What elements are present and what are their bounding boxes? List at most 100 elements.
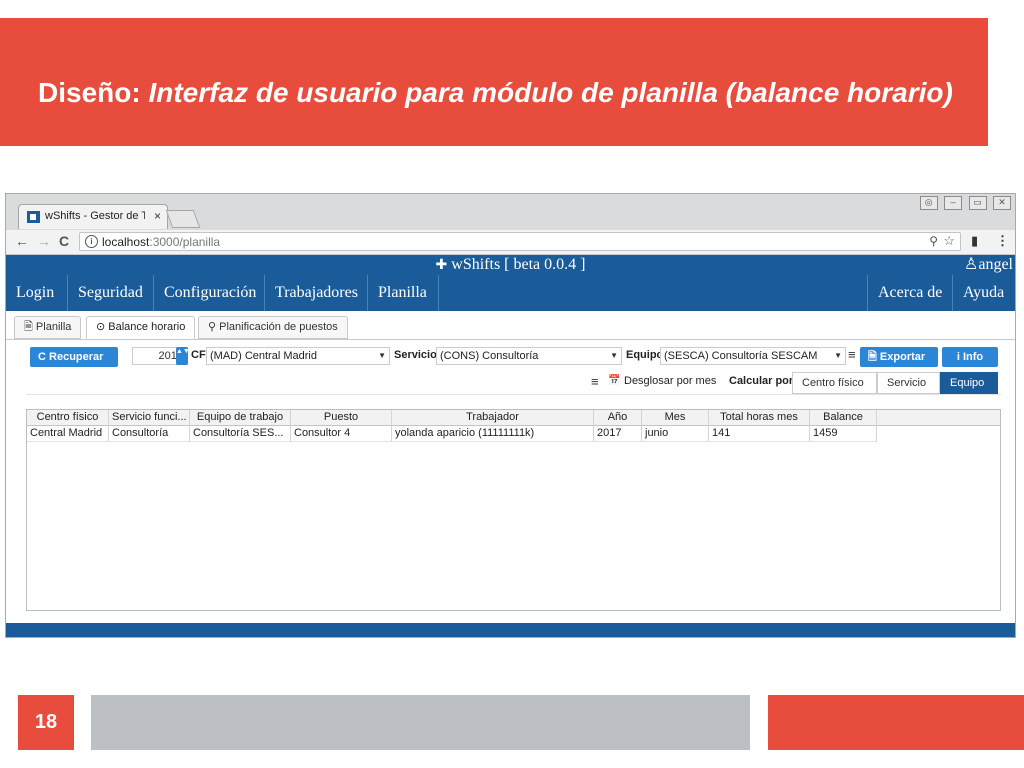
info-label: Info (962, 351, 984, 363)
url-path: :3000/planilla (149, 235, 221, 249)
equipo-select[interactable]: (SESCA) Consultoría SESCAM ▼ (660, 347, 846, 365)
cell-equipo: Consultoría SES... (190, 426, 291, 442)
maximize-icon[interactable]: ▭ (968, 196, 987, 210)
tab-planilla-label: Planilla (35, 321, 72, 333)
table-row[interactable]: Central Madrid Consultoría Consultoría S… (27, 426, 1000, 442)
app-title: wShifts [ beta 0.0.4 ] (451, 256, 586, 273)
year-stepper[interactable]: ▲▼ (176, 347, 190, 365)
menu-configuracion[interactable]: Configuración (154, 275, 265, 311)
url-input[interactable]: i localhost:3000/planilla ⚲ ☆ (79, 232, 961, 251)
tab-planilla[interactable]: 🗎 Planilla (14, 316, 82, 339)
menu-acerca-de[interactable]: Acerca de (867, 275, 952, 311)
col-trabajador[interactable]: Trabajador (392, 410, 594, 426)
chevron-down-icon: ▼ (378, 351, 386, 360)
info-icon: i (956, 351, 960, 363)
col-equipo[interactable]: Equipo de trabajo (190, 410, 291, 426)
browser-menu-icon[interactable]: ⋮ (996, 233, 1009, 249)
address-bar: ← → C i localhost:3000/planilla ⚲ ☆ ▮ ⋮ (6, 230, 1015, 255)
export-document-icon: 🗎 (868, 351, 877, 363)
chevron-down-icon: ▼ (610, 351, 618, 360)
back-icon[interactable]: ← (15, 233, 29, 249)
key-icon: ⚲ (208, 321, 217, 333)
servicio-label: Servicio (394, 349, 437, 361)
slide-title-italic: Interfaz de usuario para módulo de plani… (148, 77, 953, 108)
document-icon: 🗎 (24, 321, 33, 333)
menu-login[interactable]: Login (6, 275, 68, 311)
calc-centro-fisico[interactable]: Centro físico (792, 372, 877, 394)
menu-planilla[interactable]: Planilla (368, 275, 439, 311)
desglosar-toggle[interactable]: Desglosar por mes (624, 375, 716, 387)
cell-puesto: Consultor 4 (291, 426, 392, 442)
tab-planificacion-label: Planificación de puestos (219, 321, 338, 333)
hamburger-icon[interactable]: ≡ (848, 347, 856, 362)
tab-balance-horario-label: Balance horario (108, 321, 186, 333)
browser-tab[interactable]: wShifts - Gestor de Tu × (18, 204, 168, 229)
calendar-icon: 📅 (608, 375, 621, 386)
col-balance[interactable]: Balance (810, 410, 877, 426)
clock-icon: ⊙ (96, 321, 106, 333)
cell-anio: 2017 (594, 426, 642, 442)
reload-icon[interactable]: C (59, 233, 69, 249)
app-footer-bar (6, 623, 1015, 637)
calc-equipo[interactable]: Equipo (940, 372, 998, 394)
calc-toolbar: ≡ 📅 Desglosar por mes Calcular por Centr… (26, 370, 1001, 395)
window-controls: ◎ – ▭ ✕ (918, 196, 1011, 210)
cell-centro-fisico: Central Madrid (27, 426, 109, 442)
cf-label: CF (191, 349, 206, 361)
app-title-bar: ✚ wShifts [ beta 0.0.4 ] (6, 255, 1015, 275)
filter-panel: C Recuperar 2017 ▲▼ CF (MAD) Central Mad… (26, 345, 1001, 400)
footer-gray-bar (91, 695, 750, 750)
extension-icon[interactable]: ▮ (971, 233, 978, 249)
calc-servicio[interactable]: Servicio (877, 372, 940, 394)
cf-select[interactable]: (MAD) Central Madrid ▼ (206, 347, 390, 365)
chevron-down-icon: ▼ (834, 351, 842, 360)
menu-seguridad[interactable]: Seguridad (68, 275, 154, 311)
zoom-icon[interactable]: ⚲ (929, 234, 938, 248)
puzzle-logo-icon: ✚ (435, 258, 448, 273)
user-menu[interactable]: ♙angel (964, 255, 1013, 275)
col-mes[interactable]: Mes (642, 410, 709, 426)
url-host: localhost (102, 235, 150, 249)
grid-header: Centro físico Servicio funci... Equipo d… (27, 410, 1000, 426)
app-root: ✚ wShifts [ beta 0.0.4 ] ♙angel Login Seg… (6, 255, 1015, 637)
main-menu: Login Seguridad Configuración Trabajador… (6, 275, 1015, 311)
subtabs: 🗎 Planilla ⊙ Balance horario ⚲ Planifica… (6, 311, 1015, 340)
col-total-horas[interactable]: Total horas mes (709, 410, 810, 426)
tab-balance-horario[interactable]: ⊙ Balance horario (86, 316, 196, 339)
col-anio[interactable]: Año (594, 410, 642, 426)
wshifts-favicon-icon (27, 211, 40, 223)
site-info-icon[interactable]: i (85, 235, 98, 248)
col-servicio[interactable]: Servicio funci... (109, 410, 190, 426)
forward-icon[interactable]: → (37, 233, 51, 249)
page-number: 18 (18, 695, 74, 750)
slide-title-banner: Diseño: Interfaz de usuario para módulo … (0, 18, 988, 146)
minimize-icon[interactable]: – (944, 196, 963, 210)
servicio-select[interactable]: (CONS) Consultoría ▼ (436, 347, 622, 365)
info-button[interactable]: i Info (942, 347, 998, 367)
col-puesto[interactable]: Puesto (291, 410, 392, 426)
menu-ayuda[interactable]: Ayuda (952, 275, 1015, 311)
exportar-label: Exportar (879, 351, 926, 363)
cf-value: (MAD) Central Madrid (210, 350, 317, 362)
footer-red-bar (768, 695, 1024, 750)
bookmark-star-icon[interactable]: ☆ (943, 233, 955, 249)
equipo-value: (SESCA) Consultoría SESCAM (664, 350, 818, 362)
slide-title: Diseño: Interfaz de usuario para módulo … (38, 75, 958, 111)
tab-planificacion-puestos[interactable]: ⚲ Planificación de puestos (198, 316, 348, 339)
profile-icon[interactable]: ◎ (919, 196, 938, 210)
recuperar-button[interactable]: C Recuperar (30, 347, 118, 367)
close-window-icon[interactable]: ✕ (993, 196, 1011, 210)
exportar-button[interactable]: 🗎 Exportar (860, 347, 938, 367)
menu-trabajadores[interactable]: Trabajadores (265, 275, 368, 311)
col-centro-fisico[interactable]: Centro físico (27, 410, 109, 426)
close-tab-icon[interactable]: × (154, 209, 161, 223)
cell-mes: junio (642, 426, 709, 442)
calcular-label: Calcular por (729, 375, 794, 387)
cell-balance: 1459 (810, 426, 877, 442)
browser-tab-title: wShifts - Gestor de Tu (45, 210, 145, 222)
browser-window: wShifts - Gestor de Tu × ◎ – ▭ ✕ ← → C i… (5, 193, 1016, 638)
new-tab-button[interactable] (165, 210, 201, 228)
servicio-value: (CONS) Consultoría (440, 350, 539, 362)
balance-grid: Centro físico Servicio funci... Equipo d… (26, 409, 1001, 611)
hamburger-icon[interactable]: ≡ (591, 374, 599, 389)
